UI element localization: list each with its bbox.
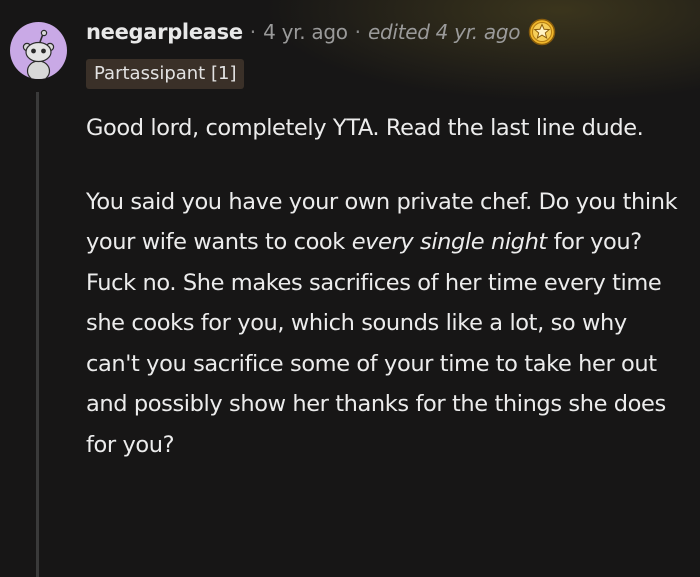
comment-paragraph-1: Good lord, completely YTA. Read the last… [86,115,644,141]
separator-dot: · [249,20,257,44]
award-icon[interactable] [528,18,556,46]
comment-emphasis: every single night [351,229,548,255]
comment-text: for you? Fuck no. She makes sacrifices o… [86,229,666,458]
timestamp-link[interactable]: 4 yr. ago [263,20,348,44]
comment-paragraph-2: You said you have your own private chef.… [86,182,686,466]
comment-body: Good lord, completely YTA. Read the last… [86,108,686,465]
username-link[interactable]: neegarplease [86,20,243,44]
separator-dot: · [354,20,362,44]
snoo-avatar-icon [10,22,67,79]
thread-line[interactable] [36,92,39,577]
edited-label: edited 4 yr. ago [368,20,521,44]
avatar[interactable] [10,22,67,79]
user-flair: Partassipant [1] [86,59,245,89]
comment-header: neegarplease · 4 yr. ago · edited 4 yr. … [86,16,556,48]
